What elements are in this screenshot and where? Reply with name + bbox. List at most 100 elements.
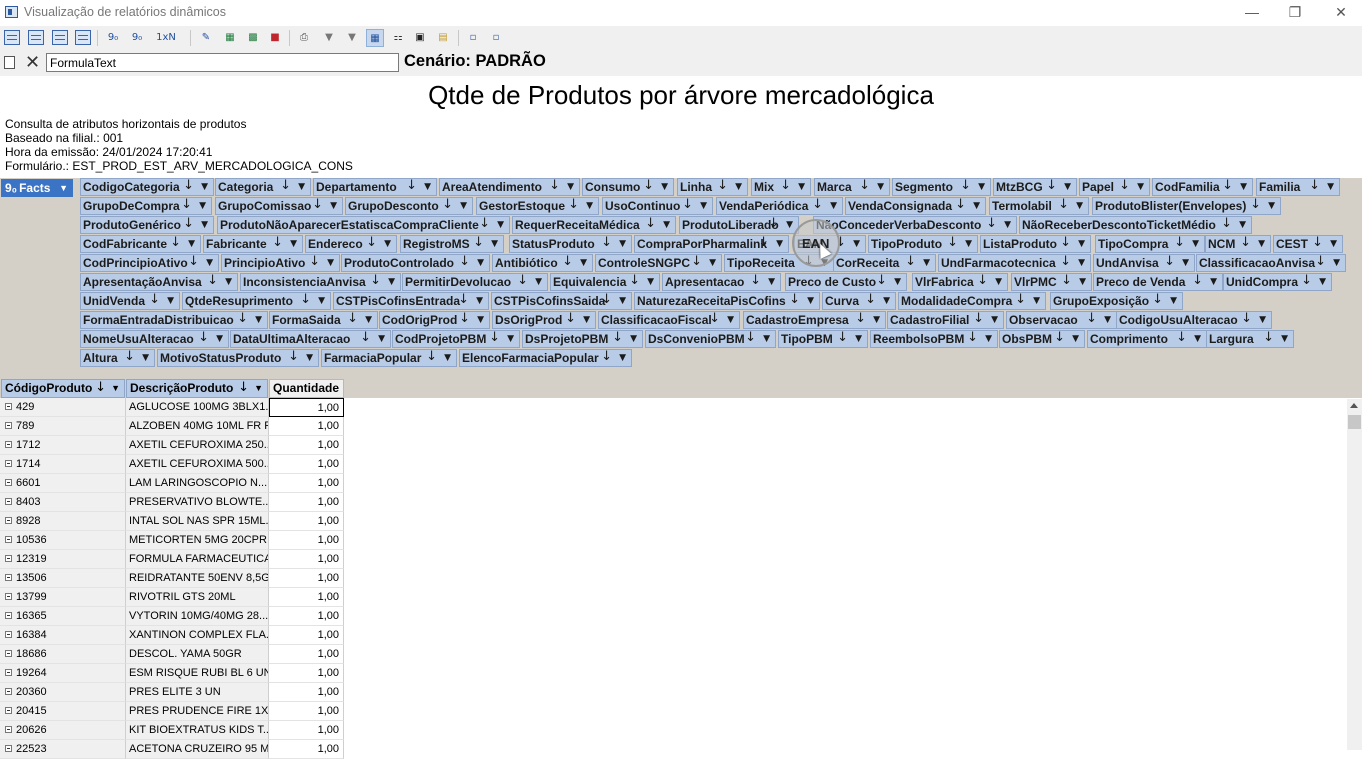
field-chip[interactable]: Apresentacao ↓ ▼ <box>662 273 781 291</box>
chevron-down-icon[interactable]: ▼ <box>855 331 862 347</box>
vertical-scrollbar[interactable] <box>1347 399 1362 750</box>
chevron-down-icon[interactable]: ▼ <box>768 274 775 290</box>
chevron-down-icon[interactable]: ▼ <box>1104 312 1111 328</box>
chevron-down-icon[interactable]: ▼ <box>1137 179 1144 195</box>
field-chip[interactable]: Fabricante ↓ ▼ <box>203 235 303 253</box>
pivot-layout-3-icon[interactable] <box>52 30 68 45</box>
cell-codigo[interactable]: 13799 <box>0 588 126 607</box>
field-chip[interactable]: CodPrincipioAtivo ↓ ▼ <box>80 254 219 272</box>
collapse-icon[interactable] <box>5 745 12 752</box>
chevron-down-icon[interactable]: ▼ <box>663 217 670 233</box>
chevron-down-icon[interactable]: ▼ <box>1239 217 1246 233</box>
field-chip[interactable]: CodigoUsuAlteracao ↓ ▼ <box>1116 311 1272 329</box>
chevron-down-icon[interactable]: ▼ <box>444 350 451 366</box>
field-chip[interactable]: CEST ↓ ▼ <box>1273 235 1343 253</box>
field-chip[interactable]: Mix ↓ ▼ <box>751 178 811 196</box>
chevron-down-icon[interactable]: ▼ <box>1333 255 1340 271</box>
field-chip[interactable]: ModalidadeCompra ↓ ▼ <box>898 292 1046 310</box>
chevron-down-icon[interactable]: ▼ <box>883 293 890 309</box>
cell-codigo[interactable]: 13506 <box>0 569 126 588</box>
cell-descricao[interactable]: AXETIL CEFUROXIMA 500... <box>126 455 269 474</box>
table-row[interactable]: 20360 PRES ELITE 3 UN 1,00 <box>0 683 344 702</box>
collapse-icon[interactable] <box>5 688 12 695</box>
chevron-down-icon[interactable]: ▼ <box>491 236 498 252</box>
table-row[interactable]: 429 AGLUCOSE 100MG 3BLX1... 1,00 <box>0 398 344 417</box>
field-chip[interactable]: Familia ↓ ▼ <box>1256 178 1340 196</box>
cell-codigo[interactable]: 19264 <box>0 664 126 683</box>
field-chip[interactable]: GrupoComissao ↓ ▼ <box>215 197 343 215</box>
cell-descricao[interactable]: INTAL SOL NAS SPR 15ML... <box>126 512 269 531</box>
chevron-down-icon[interactable]: ▼ <box>507 331 514 347</box>
cell-descricao[interactable]: LAM LARINGOSCOPIO N.... <box>126 474 269 493</box>
cell-quantidade[interactable]: 1,00 <box>269 607 344 626</box>
field-chip[interactable]: RequerReceitaMédica ↓ ▼ <box>512 216 676 234</box>
chevron-down-icon[interactable]: ▼ <box>619 293 626 309</box>
field-chip[interactable]: Antibiótico ↓ ▼ <box>492 254 593 272</box>
chevron-down-icon[interactable]: ▼ <box>206 255 213 271</box>
chevron-down-icon[interactable]: ▼ <box>477 255 484 271</box>
chevron-down-icon[interactable]: ▼ <box>201 217 208 233</box>
chevron-down-icon[interactable]: ▼ <box>1076 198 1083 214</box>
collapse-icon[interactable] <box>5 422 12 429</box>
print-icon[interactable]: ⎙ <box>295 29 313 47</box>
excel-icon[interactable]: ▦ <box>221 29 239 47</box>
cell-quantidade[interactable]: 1,00 <box>269 721 344 740</box>
chevron-down-icon[interactable]: ▼ <box>327 255 334 271</box>
chevron-down-icon[interactable]: ▼ <box>1281 331 1288 347</box>
field-chip[interactable]: MtzBCG ↓ ▼ <box>993 178 1077 196</box>
chevron-down-icon[interactable]: ▼ <box>763 331 770 347</box>
cell-descricao[interactable]: ESM RISQUE RUBI BL 6 UN <box>126 664 269 683</box>
top-n-dropdown[interactable]: 1xN <box>151 29 181 47</box>
clear-formula-icon[interactable]: ✕ <box>25 52 40 73</box>
cell-quantidade[interactable]: 1,00 <box>269 474 344 493</box>
chevron-down-icon[interactable]: ▼ <box>1033 293 1040 309</box>
export-html-icon[interactable]: ▩ <box>244 29 262 47</box>
field-chip[interactable]: NaturezaReceitaPisCofins ↓ ▼ <box>634 292 820 310</box>
cell-codigo[interactable]: 20626 <box>0 721 126 740</box>
header-descricao-produto[interactable]: DescriçãoProduto ↓ ▼ <box>126 379 268 398</box>
field-chip[interactable]: VlrFabrica ↓ ▼ <box>912 273 1008 291</box>
cell-codigo[interactable]: 8928 <box>0 512 126 531</box>
collapse-icon[interactable] <box>5 707 12 714</box>
collapse-icon[interactable] <box>5 460 12 467</box>
chevron-down-icon[interactable]: ▼ <box>807 293 814 309</box>
chevron-down-icon[interactable]: ▼ <box>384 236 391 252</box>
chevron-down-icon[interactable]: ▼ <box>830 198 837 214</box>
field-chip[interactable]: ObsPBM ↓ ▼ <box>999 330 1085 348</box>
field-chip[interactable]: AreaAtendimento ↓ ▼ <box>439 178 580 196</box>
field-chip[interactable]: CodProjetoPBM ↓ ▼ <box>392 330 520 348</box>
chevron-down-icon[interactable]: ▼ <box>535 274 542 290</box>
cell-descricao[interactable]: PRESERVATIVO BLOWTE... <box>126 493 269 512</box>
cell-quantidade[interactable]: 1,00 <box>269 626 344 645</box>
field-chip[interactable]: PermitirDevolucao ↓ ▼ <box>402 273 548 291</box>
collapse-icon[interactable] <box>5 498 12 505</box>
field-chip[interactable]: CSTPisCofinsEntrada ↓ ▼ <box>333 292 489 310</box>
collapse-icon[interactable] <box>5 555 12 562</box>
chevron-down-icon[interactable]: ▼ <box>583 312 590 328</box>
collapse-icon[interactable] <box>5 650 12 657</box>
field-chip[interactable]: Termolabil ↓ ▼ <box>989 197 1089 215</box>
cell-quantidade[interactable]: 1,00 <box>269 398 344 417</box>
field-chip[interactable]: UnidCompra ↓ ▼ <box>1223 273 1332 291</box>
cell-descricao[interactable]: XANTINON COMPLEX FLA... <box>126 626 269 645</box>
chevron-down-icon[interactable]: ▼ <box>877 179 884 195</box>
field-chip[interactable]: ListaProduto ↓ ▼ <box>980 235 1091 253</box>
cell-quantidade[interactable]: 1,00 <box>269 493 344 512</box>
page-setup-icon[interactable]: ▫ <box>464 29 482 47</box>
chevron-down-icon[interactable]: ▼ <box>1327 179 1334 195</box>
chevron-down-icon[interactable]: ▼ <box>378 331 385 347</box>
field-chip[interactable]: MotivoStatusProduto ↓ ▼ <box>157 349 319 367</box>
field-chip[interactable]: Curva ↓ ▼ <box>822 292 896 310</box>
chevron-down-icon[interactable]: ▼ <box>497 217 504 233</box>
field-chip[interactable]: InconsistenciaAnvisa ↓ ▼ <box>240 273 401 291</box>
chevron-down-icon[interactable]: ▼ <box>853 236 860 252</box>
chevron-down-icon[interactable]: ▼ <box>201 179 208 195</box>
chevron-down-icon[interactable]: ▼ <box>290 236 297 252</box>
cell-quantidade[interactable]: 1,00 <box>269 588 344 607</box>
table-row[interactable]: 12319 FORMULA FARMACEUTICA 1,00 <box>0 550 344 569</box>
table-row[interactable]: 16365 VYTORIN 10MG/40MG 28... 1,00 <box>0 607 344 626</box>
field-chip[interactable]: Departamento ↓ ▼ <box>313 178 437 196</box>
cell-codigo[interactable]: 20360 <box>0 683 126 702</box>
filter-clear-icon[interactable]: ▼ <box>343 29 361 47</box>
pivot-layout-4-icon[interactable] <box>75 30 91 45</box>
